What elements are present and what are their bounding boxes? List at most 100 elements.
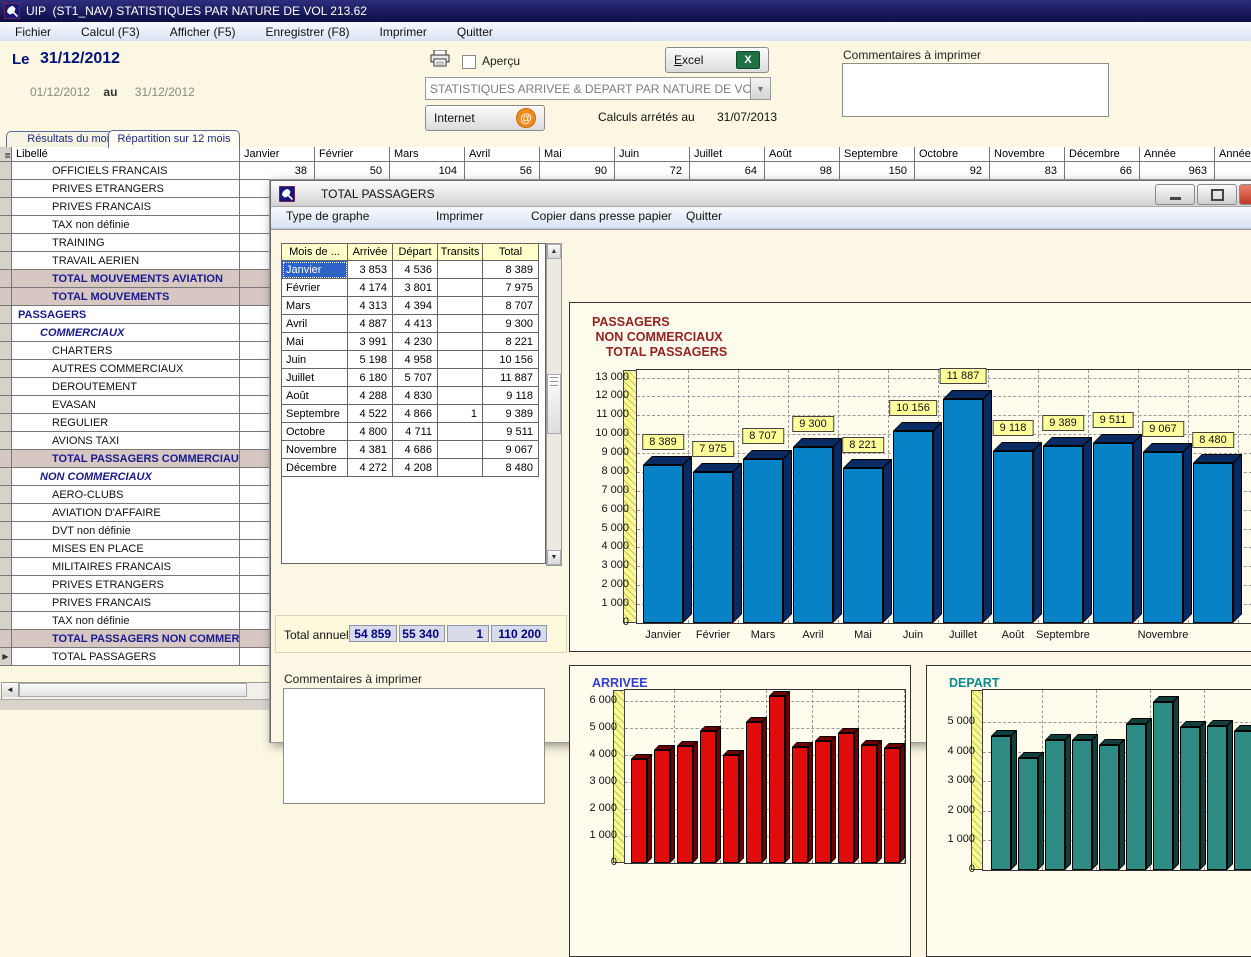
scroll-up-arrow-icon[interactable]: ▲ xyxy=(547,244,561,259)
menu-enregistrer-f8[interactable]: Enregistrer (F8) xyxy=(251,23,365,41)
cell[interactable]: 3 991 xyxy=(348,333,393,351)
scroll-down-arrow-icon[interactable]: ▼ xyxy=(547,550,561,565)
cell[interactable]: 4 830 xyxy=(393,387,438,405)
cell[interactable]: 4 208 xyxy=(393,459,438,477)
column-header-ann-e[interactable]: Année xyxy=(1140,147,1215,162)
maximize-button[interactable] xyxy=(1197,184,1237,205)
cell[interactable]: Septembre xyxy=(282,405,348,423)
internet-button[interactable]: Internet @ xyxy=(425,105,545,131)
cell[interactable]: 6 180 xyxy=(348,369,393,387)
cell[interactable]: 4 711 xyxy=(393,423,438,441)
cell[interactable] xyxy=(438,441,483,459)
cell[interactable]: 8 221 xyxy=(483,333,539,351)
excel-button[interactable]: Excel X xyxy=(665,47,769,73)
column-header-transits[interactable]: Transits xyxy=(438,244,483,261)
chevron-down-icon[interactable]: ▼ xyxy=(750,78,770,99)
cell[interactable]: 11 887 xyxy=(483,369,539,387)
scroll-thumb[interactable] xyxy=(547,374,561,434)
printer-icon[interactable] xyxy=(430,50,450,70)
cell[interactable]: 8 480 xyxy=(483,459,539,477)
cell[interactable]: 9 300 xyxy=(483,315,539,333)
child-menu-type-de-graphe[interactable]: Type de graphe xyxy=(286,209,369,223)
cell[interactable]: 9 067 xyxy=(483,441,539,459)
column-header-arriv-e[interactable]: Arrivée xyxy=(348,244,393,261)
comments-input[interactable] xyxy=(842,63,1109,117)
cell[interactable]: 4 272 xyxy=(348,459,393,477)
column-header-juin[interactable]: Juin xyxy=(615,147,690,162)
column-header-mai[interactable]: Mai xyxy=(540,147,615,162)
cell[interactable]: 10 156 xyxy=(483,351,539,369)
child-menu-copier-dans-presse-papier[interactable]: Copier dans presse papier xyxy=(531,209,672,223)
cell[interactable]: Novembre xyxy=(282,441,348,459)
cell[interactable]: Décembre xyxy=(282,459,348,477)
column-header-novembre[interactable]: Novembre xyxy=(990,147,1065,162)
cell[interactable]: 9 389 xyxy=(483,405,539,423)
column-header-f-vrier[interactable]: Février xyxy=(315,147,390,162)
column-header-total[interactable]: Total xyxy=(483,244,539,261)
menu-calcul-f3[interactable]: Calcul (F3) xyxy=(66,23,155,41)
scroll-left-arrow-icon[interactable]: ◄ xyxy=(2,683,19,697)
cell[interactable]: 3 801 xyxy=(393,279,438,297)
cell[interactable] xyxy=(438,387,483,405)
cell[interactable]: Mars xyxy=(282,297,348,315)
cell[interactable]: Avril xyxy=(282,315,348,333)
tab-repartition-12-mois[interactable]: Répartition sur 12 mois xyxy=(108,130,240,148)
cell[interactable] xyxy=(438,459,483,477)
cell[interactable]: 4 413 xyxy=(393,315,438,333)
cell[interactable]: 4 866 xyxy=(393,405,438,423)
column-header-d-cembre[interactable]: Décembre xyxy=(1065,147,1140,162)
cell[interactable]: 4 394 xyxy=(393,297,438,315)
table-vertical-scrollbar[interactable]: ▲ ▼ xyxy=(546,243,562,566)
column-header-ao-t[interactable]: Août xyxy=(765,147,840,162)
column-header-juillet[interactable]: Juillet xyxy=(690,147,765,162)
cell[interactable]: 4 958 xyxy=(393,351,438,369)
cell[interactable]: Janvier xyxy=(282,261,348,279)
cell[interactable]: 1 xyxy=(438,405,483,423)
cell[interactable] xyxy=(438,261,483,279)
cell[interactable]: 4 887 xyxy=(348,315,393,333)
close-button[interactable]: ✕ xyxy=(1239,184,1251,205)
cell[interactable] xyxy=(438,369,483,387)
menu-fichier[interactable]: Fichier xyxy=(0,23,66,41)
column-header-ann-e[interactable]: Année xyxy=(1215,147,1251,162)
cell[interactable]: 4 174 xyxy=(348,279,393,297)
child-comments-input[interactable] xyxy=(283,688,545,804)
menu-imprimer[interactable]: Imprimer xyxy=(365,23,442,41)
cell[interactable]: 4 536 xyxy=(393,261,438,279)
cell[interactable]: 4 381 xyxy=(348,441,393,459)
column-header-d-part[interactable]: Départ xyxy=(393,244,438,261)
cell[interactable]: 4 686 xyxy=(393,441,438,459)
menu-quitter[interactable]: Quitter xyxy=(442,23,508,41)
child-menu-imprimer[interactable]: Imprimer xyxy=(436,209,483,223)
column-header-libell[interactable]: Libellé xyxy=(12,147,240,162)
column-header-octobre[interactable]: Octobre xyxy=(915,147,990,162)
cell[interactable]: 8 707 xyxy=(483,297,539,315)
cell[interactable]: 5 198 xyxy=(348,351,393,369)
cell[interactable]: Février xyxy=(282,279,348,297)
column-header-janvier[interactable]: Janvier xyxy=(240,147,315,162)
column-header-septembre[interactable]: Septembre xyxy=(840,147,915,162)
cell[interactable] xyxy=(438,279,483,297)
cell[interactable] xyxy=(438,351,483,369)
cell[interactable]: 4 230 xyxy=(393,333,438,351)
cell[interactable]: 4 800 xyxy=(348,423,393,441)
cell[interactable]: Juillet xyxy=(282,369,348,387)
cell[interactable] xyxy=(438,315,483,333)
main-horizontal-scrollbar[interactable]: ◄ xyxy=(1,682,270,700)
child-menu-quitter[interactable]: Quitter xyxy=(686,209,722,223)
cell[interactable]: 5 707 xyxy=(393,369,438,387)
cell[interactable]: 4 522 xyxy=(348,405,393,423)
cell[interactable]: Juin xyxy=(282,351,348,369)
cell[interactable] xyxy=(438,297,483,315)
column-header-mois-de[interactable]: Mois de ... xyxy=(282,244,348,261)
cell[interactable]: Mai xyxy=(282,333,348,351)
cell[interactable] xyxy=(438,333,483,351)
cell[interactable]: 8 389 xyxy=(483,261,539,279)
minimize-button[interactable] xyxy=(1155,184,1195,205)
cell[interactable]: 4 288 xyxy=(348,387,393,405)
cell[interactable] xyxy=(438,423,483,441)
cell[interactable]: 9 511 xyxy=(483,423,539,441)
apercu-checkbox[interactable] xyxy=(462,55,476,69)
cell[interactable]: 7 975 xyxy=(483,279,539,297)
cell[interactable]: Août xyxy=(282,387,348,405)
